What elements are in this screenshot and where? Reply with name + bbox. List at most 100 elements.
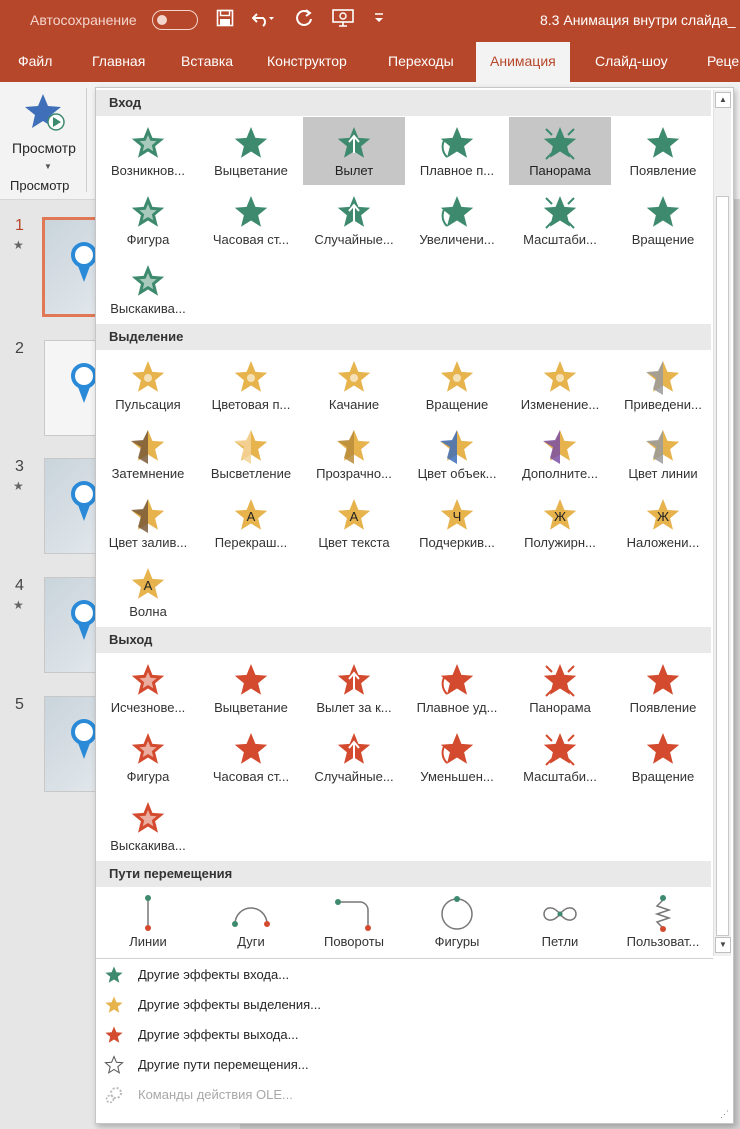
animation-option-path[interactable]: Петли (509, 888, 611, 956)
map-pin-icon (71, 719, 97, 759)
tab-insert[interactable]: Вставка (181, 53, 233, 69)
animation-option-entrance[interactable]: Случайные... (303, 186, 405, 254)
animation-option-path[interactable]: Линии (97, 888, 199, 956)
animation-option-emphasis[interactable]: Пульсация (97, 351, 199, 419)
animation-option-exit[interactable]: Панорама (509, 654, 611, 722)
preview-group-label: Просмотр (10, 178, 70, 193)
animation-option-entrance[interactable]: Вращение (612, 186, 714, 254)
preview-label: Просмотр (12, 140, 76, 156)
animation-option-entrance[interactable]: Увеличени... (406, 186, 508, 254)
tab-animations[interactable]: Анимация (476, 42, 570, 82)
animation-option-emphasis[interactable]: Цвет залив... (97, 489, 199, 557)
redo-icon[interactable] (296, 9, 314, 32)
more-effects-item[interactable]: Другие эффекты входа... (96, 961, 711, 989)
tab-transitions[interactable]: Переходы (388, 53, 454, 69)
animation-option-label: Выскакива... (110, 838, 186, 853)
animation-option-entrance[interactable]: Вылет (303, 117, 405, 185)
more-effects-item[interactable]: Другие эффекты выделения... (96, 991, 711, 1019)
tab-design[interactable]: Конструктор (267, 53, 347, 69)
animation-option-label: Высветление (210, 466, 292, 481)
animation-option-emphasis[interactable]: Цвет линии (612, 420, 714, 488)
animation-star-icon: ★ (13, 598, 24, 612)
animation-option-exit[interactable]: Выцветание (200, 654, 302, 722)
animation-option-emphasis[interactable]: Затемнение (97, 420, 199, 488)
animation-option-exit[interactable]: Случайные... (303, 723, 405, 791)
animation-option-emphasis[interactable]: Приведени... (612, 351, 714, 419)
present-icon[interactable] (332, 9, 354, 32)
animation-option-emphasis[interactable]: Ж Наложени... (612, 489, 714, 557)
animation-option-emphasis[interactable]: Цветовая п... (200, 351, 302, 419)
slide-number: 3 (15, 458, 24, 475)
animation-option-label: Панорама (529, 163, 591, 178)
animation-option-exit[interactable]: Вращение (612, 723, 714, 791)
tab-home[interactable]: Главная (92, 53, 145, 69)
animation-option-emphasis[interactable]: Дополните... (509, 420, 611, 488)
autosave-toggle[interactable] (152, 10, 198, 30)
animation-option-entrance[interactable]: Появление (612, 117, 714, 185)
scroll-up-icon[interactable]: ▲ (715, 92, 731, 108)
animation-option-label: Петли (541, 934, 579, 949)
animation-option-emphasis[interactable]: А Перекраш... (200, 489, 302, 557)
animation-option-label: Качание (328, 397, 380, 412)
scroll-thumb[interactable] (716, 196, 729, 936)
animation-option-label: Цвет текста (318, 535, 390, 550)
tab-file[interactable]: Файл (18, 53, 52, 69)
animation-option-entrance[interactable]: Плавное п... (406, 117, 508, 185)
animation-option-path[interactable]: Повороты (303, 888, 405, 956)
animation-option-label: Панорама (529, 700, 591, 715)
animation-option-exit[interactable]: Уменьшен... (406, 723, 508, 791)
animation-option-label: Повороты (323, 934, 385, 949)
more-effects-item[interactable]: Другие эффекты выхода... (96, 1021, 711, 1049)
animation-option-entrance[interactable]: Часовая ст... (200, 186, 302, 254)
animation-option-label: Часовая ст... (212, 769, 290, 784)
animation-option-entrance[interactable]: Выскакива... (97, 255, 199, 323)
animation-option-exit[interactable]: Появление (612, 654, 714, 722)
save-icon[interactable] (216, 9, 234, 32)
gallery-scrollbar[interactable]: ▲ ▼ (713, 90, 731, 956)
svg-text:А: А (350, 509, 359, 524)
customize-qat-icon[interactable] (374, 12, 384, 27)
animation-option-entrance[interactable]: Панорама (509, 117, 611, 185)
preview-button[interactable]: Просмотр ▼ (4, 88, 86, 171)
undo-icon[interactable] (251, 9, 274, 32)
animation-option-path[interactable]: Дуги (200, 888, 302, 956)
animation-option-exit[interactable]: Плавное уд... (406, 654, 508, 722)
animation-option-entrance[interactable]: Возникнов... (97, 117, 199, 185)
animation-option-exit[interactable]: Исчезнове... (97, 654, 199, 722)
animation-option-exit[interactable]: Часовая ст... (200, 723, 302, 791)
animation-option-exit[interactable]: Вылет за к... (303, 654, 405, 722)
animation-option-label: Случайные... (314, 232, 394, 247)
animation-option-exit[interactable]: Фигура (97, 723, 199, 791)
tab-slideshow[interactable]: Слайд-шоу (595, 53, 668, 69)
animation-option-label: Выцветание (214, 163, 288, 178)
animation-option-exit[interactable]: Масштаби... (509, 723, 611, 791)
animation-option-label: Появление (629, 700, 697, 715)
scroll-down-icon[interactable]: ▼ (715, 937, 731, 953)
animation-option-emphasis[interactable]: А Цвет текста (303, 489, 405, 557)
animation-option-label: Часовая ст... (212, 232, 290, 247)
animation-option-exit[interactable]: Выскакива... (97, 792, 199, 860)
animation-option-entrance[interactable]: Фигура (97, 186, 199, 254)
animation-option-path[interactable]: Фигуры (406, 888, 508, 956)
ribbon-tabs: Файл Главная Вставка Конструктор Переход… (0, 42, 740, 82)
animation-option-emphasis[interactable]: Высветление (200, 420, 302, 488)
animation-option-emphasis[interactable]: Вращение (406, 351, 508, 419)
more-effects-item[interactable]: Другие пути перемещения... (96, 1051, 711, 1079)
animation-option-emphasis[interactable]: Изменение... (509, 351, 611, 419)
animation-option-entrance[interactable]: Выцветание (200, 117, 302, 185)
resize-grip-icon[interactable]: ⋰ (720, 1109, 729, 1120)
animation-option-emphasis[interactable]: А Волна (97, 558, 199, 626)
animation-option-emphasis[interactable]: Качание (303, 351, 405, 419)
animation-option-label: Вылет за к... (316, 700, 392, 715)
chevron-down-icon: ▼ (44, 162, 52, 171)
animation-option-emphasis[interactable]: Прозрачно... (303, 420, 405, 488)
animation-option-emphasis[interactable]: Цвет объек... (406, 420, 508, 488)
tab-review[interactable]: Реце (707, 53, 739, 69)
animation-option-entrance[interactable]: Масштаби... (509, 186, 611, 254)
animation-option-path[interactable]: Пользоват... (612, 888, 714, 956)
animation-option-label: Случайные... (314, 769, 394, 784)
animation-option-label: Вращение (425, 397, 489, 412)
animation-option-emphasis[interactable]: Ч Подчеркив... (406, 489, 508, 557)
animation-option-emphasis[interactable]: Ж Полужирн... (509, 489, 611, 557)
animation-option-label: Затемнение (111, 466, 185, 481)
